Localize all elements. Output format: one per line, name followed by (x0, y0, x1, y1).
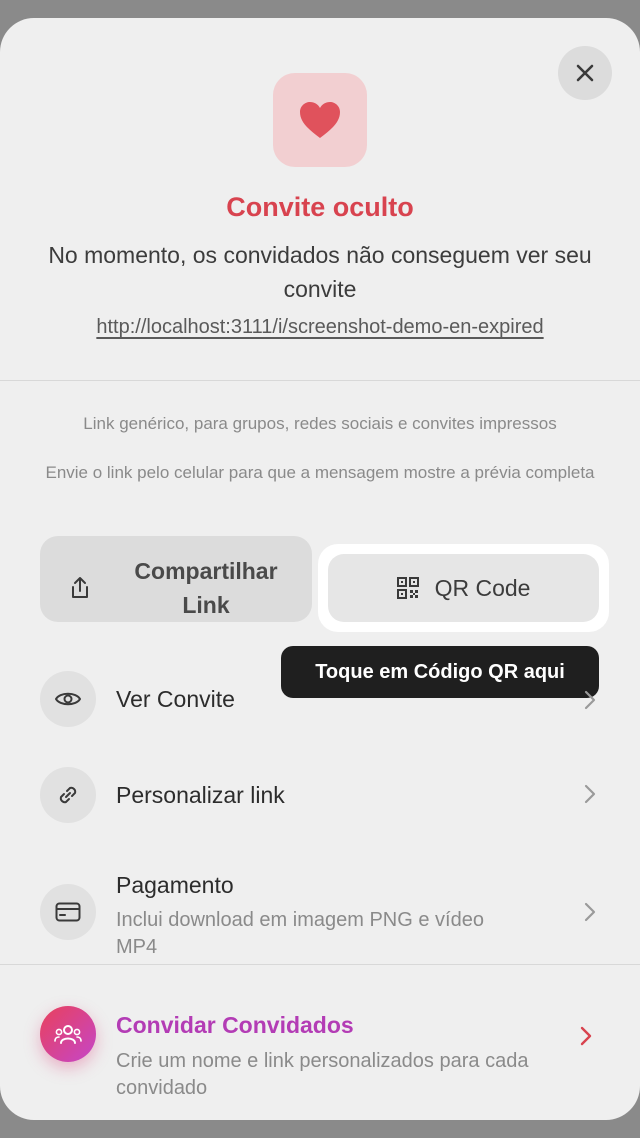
users-icon (54, 1025, 82, 1044)
share-link-label: Compartilhar Link (134, 558, 278, 618)
share-icon (72, 577, 88, 598)
invite-url-link[interactable]: http://localhost:3111/i/screenshot-demo-… (0, 316, 640, 339)
share-note-mobile: Envie o link pelo celular para que a men… (45, 463, 595, 482)
status-title: Convite oculto (226, 192, 414, 222)
customize-icon-circle (40, 767, 96, 823)
menu-item-title: Ver Convite (116, 686, 235, 712)
share-note-generic: Link genérico, para grupos, redes sociai… (83, 414, 557, 433)
heart-icon (300, 102, 340, 138)
menu-item-subtitle: Inclui download em imagem PNG e vídeo MP… (116, 909, 484, 958)
link-icon (59, 786, 77, 804)
divider (0, 964, 640, 965)
status-icon-tile (273, 73, 367, 167)
close-icon (576, 64, 594, 82)
chevron-right-icon (580, 1026, 592, 1046)
view-icon-circle (40, 671, 96, 727)
menu-item-payment[interactable]: Pagamento Inclui download em imagem PNG … (0, 858, 640, 968)
payment-icon-circle (40, 884, 96, 940)
invite-guests-icon-circle (40, 1006, 96, 1062)
menu-item-title: Personalizar link (116, 782, 285, 808)
share-link-button[interactable]: Compartilhar Link (40, 536, 312, 622)
qr-code-icon (396, 577, 419, 599)
status-description: No momento, os convidados não conseguem … (48, 242, 592, 302)
chevron-right-icon (584, 902, 596, 922)
menu-item-customize-link[interactable]: Personalizar link (0, 750, 640, 840)
qr-code-label: QR Code (434, 574, 531, 601)
invite-guests-title: Convidar Convidados (116, 1012, 354, 1038)
qr-code-button[interactable]: QR Code (328, 554, 599, 622)
chevron-right-icon (584, 690, 596, 710)
eye-icon (55, 692, 81, 706)
menu-item-view-invite[interactable]: Ver Convite (0, 654, 640, 744)
divider (0, 380, 640, 381)
invite-guests-subtitle: Crie um nome e link personalizados para … (116, 1050, 529, 1099)
menu-item-title: Pagamento (116, 872, 234, 898)
invite-sheet: Convite oculto No momento, os convidados… (0, 18, 640, 1120)
chevron-right-icon (584, 784, 596, 804)
credit-card-icon (55, 902, 81, 922)
close-button[interactable] (558, 46, 612, 100)
